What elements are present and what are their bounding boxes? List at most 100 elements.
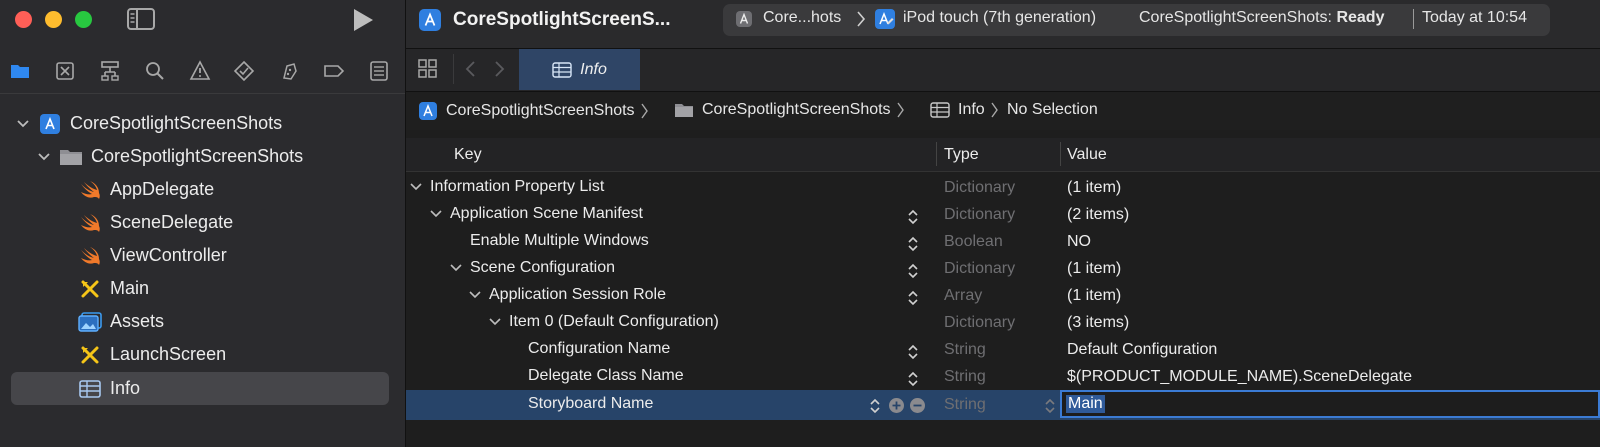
chevron-right-icon	[991, 101, 999, 119]
tree-item-assets[interactable]: Assets	[0, 305, 405, 338]
plist-row-value[interactable]: $(PRODUCT_MODULE_NAME).SceneDelegate	[1067, 368, 1412, 386]
chevron-down-icon[interactable]	[37, 150, 51, 164]
run-icon[interactable]	[350, 7, 376, 33]
assets-icon	[78, 310, 102, 334]
plist-row-value[interactable]: NO	[1067, 233, 1091, 251]
column-header-key[interactable]: Key	[454, 146, 482, 164]
app-icon	[735, 10, 753, 28]
value-edit-text[interactable]: Main	[1066, 395, 1105, 413]
plist-row-key[interactable]: Application Scene Manifest	[430, 205, 643, 223]
project-icon	[418, 101, 438, 121]
debug-icon[interactable]	[276, 58, 302, 84]
window-title: CoreSpotlightScreenS...	[453, 9, 671, 30]
chevron-down-icon[interactable]	[489, 318, 501, 326]
plist-row-key[interactable]: Enable Multiple Windows	[470, 232, 649, 250]
issue-icon[interactable]	[187, 58, 213, 84]
key-stepper-icon[interactable]	[906, 207, 920, 227]
source-control-icon[interactable]	[52, 58, 78, 84]
run-destination-selector[interactable]: iPod touch (7th generation)	[903, 9, 1096, 27]
tree-item-project[interactable]: CoreSpotlightScreenShots	[0, 107, 405, 140]
plist-row-key[interactable]: Item 0 (Default Configuration)	[489, 313, 719, 331]
key-label: Enable Multiple Windows	[470, 232, 649, 249]
column-header-type[interactable]: Type	[944, 146, 979, 164]
breadcrumb-group[interactable]: CoreSpotlightScreenShots	[674, 101, 905, 119]
chevron-down-icon[interactable]	[16, 117, 30, 131]
status-divider	[1413, 9, 1414, 29]
key-label: Scene Configuration	[470, 259, 615, 276]
minimize-window-button[interactable]	[45, 11, 62, 28]
key-stepper-icon[interactable]	[906, 288, 920, 308]
plist-row-key[interactable]: Information Property List	[410, 178, 604, 196]
key-stepper-icon[interactable]	[906, 234, 920, 254]
scheme-selector[interactable]: Core...hots	[763, 9, 841, 27]
remove-item-icon[interactable]	[909, 397, 926, 414]
find-icon[interactable]	[142, 58, 168, 84]
tree-item-appdelegate[interactable]: AppDelegate	[0, 173, 405, 206]
report-icon[interactable]	[366, 58, 392, 84]
plist-row-type: String	[944, 368, 986, 385]
tree-item-group[interactable]: CoreSpotlightScreenShots	[0, 140, 405, 173]
tree-item-info[interactable]: Info	[0, 372, 405, 405]
chevron-down-icon[interactable]	[450, 264, 462, 272]
tree-item-viewcontroller[interactable]: ViewController	[0, 239, 405, 272]
symbol-icon[interactable]	[97, 58, 123, 84]
key-label: Information Property List	[430, 178, 605, 195]
key-label: Storyboard Name	[528, 395, 654, 412]
chevron-down-icon[interactable]	[410, 183, 422, 191]
swift-icon	[78, 211, 102, 235]
tree-item-launchscreen[interactable]: LaunchScreen	[0, 338, 405, 371]
tree-item-scenedelegate[interactable]: SceneDelegate	[0, 206, 405, 239]
status-state: Ready	[1336, 9, 1385, 26]
tree-item-label: ViewController	[110, 245, 227, 265]
zoom-window-button[interactable]	[75, 11, 92, 28]
breadcrumb-label: CoreSpotlightScreenShots	[446, 102, 635, 119]
tree-item-label: Main	[110, 278, 150, 298]
status-project-name: CoreSpotlightScreenShots:	[1139, 9, 1332, 26]
sidebar-toggle-icon[interactable]	[126, 7, 156, 31]
tabbar-divider	[453, 54, 454, 84]
project-icon	[418, 8, 442, 32]
tree-item-label: CoreSpotlightScreenShots	[70, 113, 283, 133]
key-stepper-icon[interactable]	[906, 261, 920, 281]
column-divider[interactable]	[936, 142, 937, 166]
plist-icon	[78, 377, 102, 401]
plist-row-key[interactable]: Storyboard Name	[528, 395, 653, 413]
plist-row-key[interactable]: Delegate Class Name	[528, 367, 684, 385]
test-icon[interactable]	[231, 58, 257, 84]
tree-item-main[interactable]: Main	[0, 272, 405, 305]
tree-item-label: Assets	[110, 311, 165, 331]
plist-row-type: Dictionary	[944, 314, 1016, 331]
key-label: Application Scene Manifest	[450, 205, 643, 222]
column-header-value[interactable]: Value	[1067, 146, 1107, 164]
related-items-grid-icon[interactable]	[417, 58, 439, 80]
column-divider[interactable]	[1060, 142, 1061, 166]
key-stepper-icon[interactable]	[868, 396, 882, 416]
key-stepper-icon[interactable]	[906, 342, 920, 362]
plist-row-type: String	[944, 341, 986, 358]
close-window-button[interactable]	[15, 11, 32, 28]
forward-arrow-icon[interactable]	[492, 60, 506, 78]
plist-row-key[interactable]: Configuration Name	[528, 340, 670, 358]
breadcrumb-file[interactable]: Info	[930, 101, 999, 119]
plist-icon	[930, 102, 950, 118]
plist-row-type: Boolean	[944, 233, 1003, 250]
breadcrumb-project[interactable]: CoreSpotlightScreenShots	[418, 101, 649, 121]
key-label: Application Session Role	[489, 286, 666, 303]
chevron-down-icon[interactable]	[469, 291, 481, 299]
back-arrow-icon[interactable]	[464, 60, 478, 78]
tree-item-label: AppDelegate	[110, 179, 215, 199]
plist-row-value[interactable]: Default Configuration	[1067, 341, 1217, 359]
tree-item-label: CoreSpotlightScreenShots	[91, 146, 304, 166]
plist-row-value: (3 items)	[1067, 314, 1130, 331]
key-stepper-icon[interactable]	[906, 369, 920, 389]
folder-icon[interactable]	[7, 58, 33, 84]
add-item-icon[interactable]	[888, 397, 905, 414]
type-stepper-icon[interactable]	[1043, 396, 1057, 416]
plist-row-key[interactable]: Scene Configuration	[450, 259, 615, 277]
breakpoint-icon[interactable]	[321, 58, 347, 84]
plist-row-key[interactable]: Application Session Role	[469, 286, 666, 304]
value-edit-field[interactable]	[1060, 390, 1600, 418]
chevron-down-icon[interactable]	[430, 210, 442, 218]
tab-info[interactable]: Info	[519, 49, 640, 90]
breadcrumb-selection[interactable]: No Selection	[1007, 101, 1098, 119]
